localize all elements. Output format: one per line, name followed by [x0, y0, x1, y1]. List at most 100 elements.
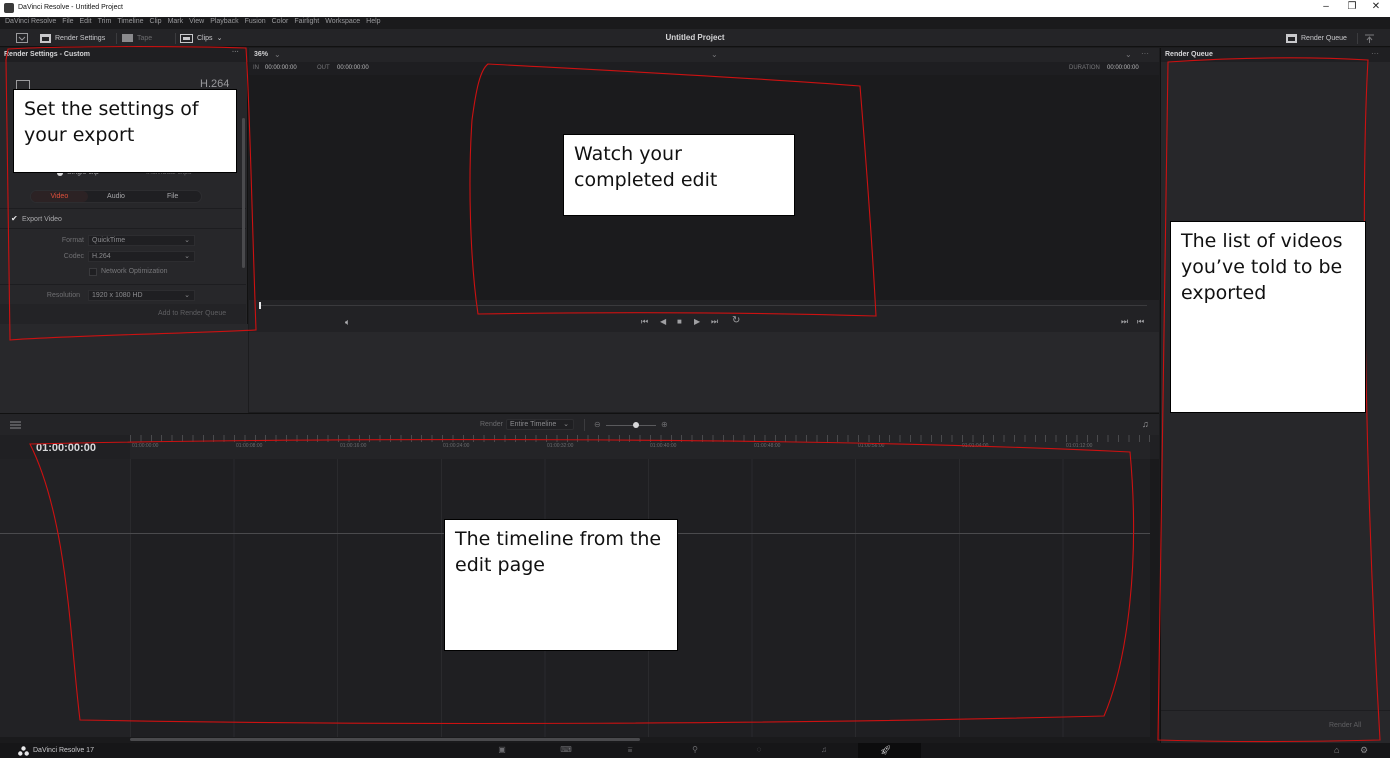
- menu-color[interactable]: Color: [272, 18, 289, 25]
- timeline-timecode[interactable]: 01:00:00:00: [36, 442, 96, 454]
- edit-page-icon[interactable]: ⩸: [621, 745, 639, 756]
- menu-davinci-resolve[interactable]: DaVinci Resolve: [5, 18, 56, 25]
- media-page-icon[interactable]: ▣: [493, 745, 511, 756]
- resolution-value: 1920 x 1080 HD: [92, 292, 143, 299]
- expand-panel-icon[interactable]: [1364, 31, 1375, 45]
- close-button[interactable]: ✕: [1366, 1, 1386, 12]
- menu-fusion[interactable]: Fusion: [245, 18, 266, 25]
- menu-workspace[interactable]: Workspace: [325, 18, 360, 25]
- render-all-button[interactable]: Render All: [1329, 722, 1361, 729]
- volume-icon[interactable]: 🔈︎: [345, 317, 350, 328]
- stop-icon[interactable]: ■: [677, 317, 682, 326]
- duration-label: DURATION: [1069, 65, 1100, 71]
- menu-trim[interactable]: Trim: [98, 18, 112, 25]
- menu-clip[interactable]: Clip: [150, 18, 162, 25]
- render-queue-icon: [1286, 33, 1297, 43]
- out-timecode[interactable]: 00:00:00:00: [337, 65, 369, 71]
- codec-select[interactable]: H.264 ⌄: [88, 251, 195, 262]
- cut-page-icon[interactable]: ⌨: [557, 745, 575, 756]
- audio-meter-icon[interactable]: ♫: [1142, 419, 1149, 429]
- maximize-button[interactable]: ❐: [1342, 1, 1362, 12]
- jump-to-end-icon[interactable]: ⏭︎: [711, 317, 718, 327]
- timeline-options-icon[interactable]: [10, 421, 21, 429]
- minimize-button[interactable]: –: [1316, 1, 1336, 12]
- add-to-render-queue-button[interactable]: Add to Render Queue: [158, 310, 226, 317]
- add-to-queue-bar: Add to Render Queue: [0, 304, 246, 324]
- menu-mark[interactable]: Mark: [168, 18, 184, 25]
- divider: [0, 284, 246, 285]
- zoom-level[interactable]: 36%: [254, 51, 268, 58]
- resolution-select[interactable]: 1920 x 1080 HD ⌄: [88, 290, 195, 301]
- menu-view[interactable]: View: [189, 18, 204, 25]
- jump-to-start-icon[interactable]: ⏮︎: [641, 317, 648, 327]
- render-scope-select[interactable]: Entire Timeline ⌄: [506, 419, 574, 430]
- chevron-down-icon[interactable]: ⌄: [1125, 50, 1132, 59]
- more-options-icon[interactable]: ···: [1141, 49, 1149, 58]
- home-icon[interactable]: ⌂: [1334, 745, 1339, 755]
- menu-playback[interactable]: Playback: [210, 18, 238, 25]
- render-scope-value: Entire Timeline: [510, 421, 557, 428]
- zoom-out-icon[interactable]: ⊖: [594, 420, 601, 429]
- ruler-label: 01:01:12:00: [1066, 443, 1093, 449]
- play-reverse-icon[interactable]: ◀︎: [660, 317, 666, 326]
- menu-help[interactable]: Help: [366, 18, 380, 25]
- empty-panel-area: [0, 324, 248, 413]
- ruler-label: 01:00:56:00: [858, 443, 885, 449]
- divider: [0, 208, 246, 209]
- mark-in-icon[interactable]: ⏭︎: [1121, 317, 1128, 327]
- chevron-down-icon[interactable]: ⌄: [274, 50, 281, 59]
- render-queue-toggle[interactable]: Render Queue: [1286, 31, 1347, 45]
- format-select[interactable]: QuickTime ⌄: [88, 235, 195, 246]
- zoom-slider-handle[interactable]: [633, 422, 639, 428]
- annotation-timeline: The timeline from the edit page: [444, 519, 678, 651]
- more-options-icon[interactable]: ···: [232, 49, 239, 56]
- color-page-icon[interactable]: ◌: [750, 745, 768, 756]
- timeline-vertical-scrollbar[interactable]: [1150, 459, 1159, 737]
- chevron-down-icon[interactable]: ⌄: [711, 50, 718, 59]
- zoom-slider-track[interactable]: [606, 425, 656, 426]
- top-toolbar: Render Settings Tape Clips ⌄ Untitled Pr…: [0, 29, 1390, 47]
- zoom-in-icon[interactable]: ⊕: [661, 420, 668, 429]
- export-video-label: Export Video: [22, 216, 62, 223]
- deliver-page-tab[interactable]: 🚀︎: [858, 743, 921, 758]
- render-settings-title: Render Settings - Custom: [4, 51, 90, 58]
- resolution-label: Resolution: [46, 292, 80, 299]
- ruler-label: 01:00:24:00: [443, 443, 470, 449]
- gear-icon[interactable]: ⚙: [1360, 745, 1368, 756]
- codec-value: H.264: [92, 253, 111, 260]
- annotation-viewer: Watch your completed edit: [563, 134, 795, 216]
- more-options-icon[interactable]: ···: [1371, 49, 1379, 58]
- chevron-down-icon: ⌄: [184, 292, 190, 299]
- format-label: Format: [61, 237, 84, 244]
- menu-file[interactable]: File: [62, 18, 73, 25]
- fusion-page-icon[interactable]: ⚲: [686, 745, 704, 756]
- settings-tabs: Video Audio File: [30, 190, 202, 203]
- ruler-strip[interactable]: 01:00:00:00 01:00:08:00 01:00:16:00 01:0…: [130, 435, 1150, 459]
- viewer-lower-area: [249, 332, 1159, 412]
- chevron-down-icon: ⌄: [184, 253, 190, 260]
- network-optimization-checkbox[interactable]: [89, 268, 97, 276]
- out-label: OUT: [317, 65, 330, 71]
- settings-scrollbar[interactable]: [242, 118, 245, 268]
- mark-out-icon[interactable]: ⏮︎: [1137, 317, 1144, 327]
- ruler-label: 01:00:48:00: [754, 443, 781, 449]
- tab-file[interactable]: File: [144, 191, 201, 202]
- in-timecode[interactable]: 00:00:00:00: [265, 65, 297, 71]
- divider: [0, 228, 246, 229]
- ruler-label: 01:01:04:00: [962, 443, 989, 449]
- menu-timeline[interactable]: Timeline: [117, 18, 143, 25]
- scroll-thumb[interactable]: [130, 738, 640, 741]
- fairlight-page-icon[interactable]: ♫: [815, 745, 833, 756]
- playhead[interactable]: [259, 302, 261, 309]
- loop-icon[interactable]: ↻: [732, 315, 740, 326]
- viewer-scrubber[interactable]: [249, 300, 1159, 312]
- tab-audio[interactable]: Audio: [88, 191, 145, 202]
- play-icon[interactable]: ▶︎: [694, 317, 700, 326]
- tab-video[interactable]: Video: [31, 191, 88, 202]
- annotation-settings: Set the settings of your export: [13, 89, 237, 173]
- menu-fairlight[interactable]: Fairlight: [294, 18, 319, 25]
- ruler-label: 01:00:16:00: [340, 443, 367, 449]
- menu-edit[interactable]: Edit: [80, 18, 92, 25]
- davinci-app-icon: [4, 3, 14, 13]
- export-video-checkbox[interactable]: ✔: [11, 214, 18, 223]
